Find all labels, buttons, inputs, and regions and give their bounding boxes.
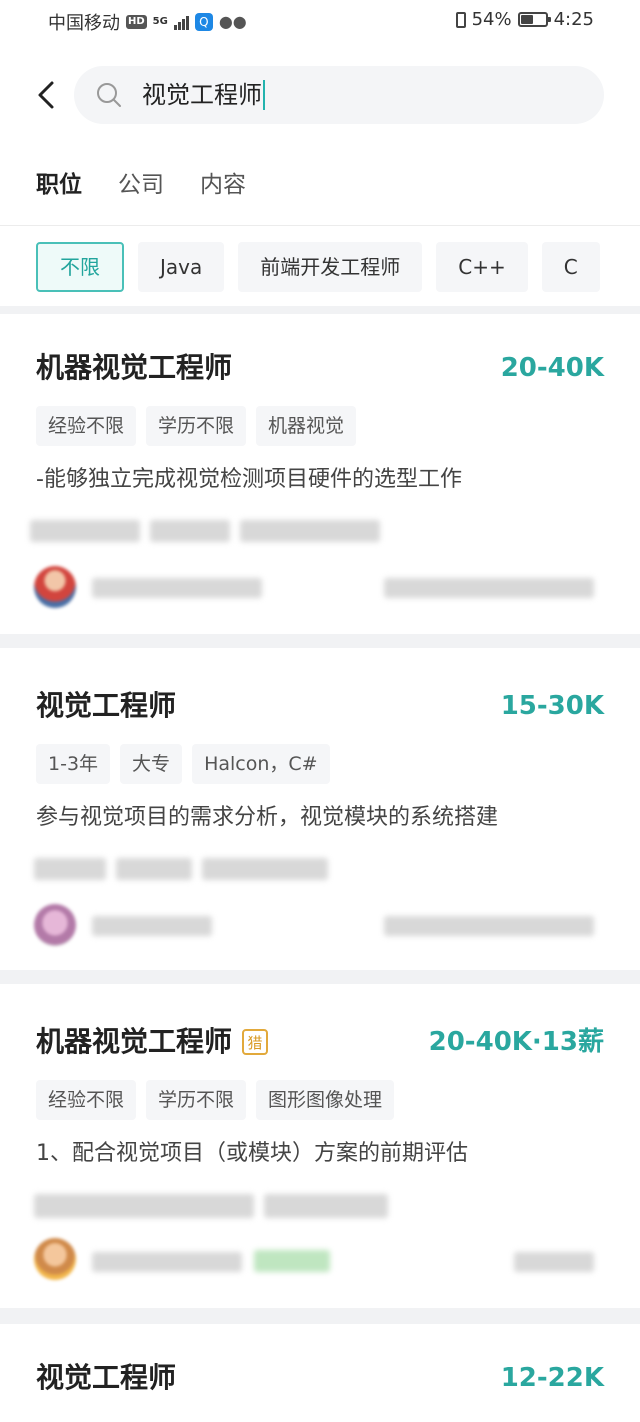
job-title: 机器视觉工程师 猎 [36, 1022, 269, 1062]
job-tag: Halcon，C# [192, 744, 330, 784]
job-card[interactable]: 机器视觉工程师 20-40K 经验不限 学历不限 机器视觉 -能够独立完成视觉检… [0, 314, 640, 634]
search-query: 视觉工程师 [142, 81, 262, 109]
redacted-company-info [116, 858, 192, 880]
redacted-company-info [240, 520, 380, 542]
network-type: 5G [152, 16, 168, 27]
wechat-icon: ●● [218, 12, 247, 31]
clock: 4:25 [553, 9, 594, 30]
chevron-left-icon [38, 81, 54, 109]
status-right: 54% 4:25 [455, 9, 594, 30]
redacted-company-info [30, 520, 140, 542]
job-title-text: 机器视觉工程师 [36, 351, 233, 384]
hd-badge: HD [126, 15, 147, 29]
job-card[interactable]: 机器视觉工程师 猎 20-40K·13薪 经验不限 学历不限 图形图像处理 1、… [0, 984, 640, 1308]
job-salary: 12-22K [500, 1363, 604, 1393]
text-caret [263, 80, 265, 110]
job-tag: 图形图像处理 [256, 1080, 395, 1120]
battery-percent: 54% [471, 9, 512, 30]
redacted-recruiter-info [92, 578, 262, 598]
redacted-location-info [384, 578, 594, 598]
redacted-recruiter-info [92, 916, 212, 936]
redacted-company-info [264, 1194, 388, 1218]
job-title: 机器视觉工程师 [36, 348, 232, 388]
job-tag: 经验不限 [36, 1080, 137, 1120]
redacted-company-info [150, 520, 230, 542]
filter-chip-c[interactable]: C [541, 242, 600, 292]
redacted-company-info [34, 1194, 254, 1218]
recruiter-avatar [34, 904, 76, 946]
app-icon: Q [194, 13, 213, 31]
section-divider [0, 970, 640, 984]
redacted-recruiter-info [92, 1252, 242, 1272]
headhunter-badge: 猎 [242, 1029, 269, 1055]
redacted-company-info [202, 858, 328, 880]
job-card[interactable]: 视觉工程师 12-22K [0, 1324, 640, 1422]
redacted-location-info [384, 916, 594, 936]
job-tag: 学历不限 [146, 406, 247, 446]
carrier-name: 中国移动 [48, 13, 120, 34]
tab-jobs[interactable]: 职位 [36, 168, 82, 202]
filter-chip-java[interactable]: Java [138, 242, 225, 292]
redacted-location-info [514, 1252, 594, 1272]
job-tags: 经验不限 学历不限 机器视觉 [36, 406, 357, 446]
section-divider [0, 634, 640, 648]
job-description: 1、配合视觉项目（或模块）方案的前期评估 [36, 1141, 468, 1166]
job-tag: 经验不限 [36, 406, 137, 446]
search-tabs: 职位 公司 内容 [36, 168, 246, 202]
search-icon [97, 83, 121, 107]
job-card[interactable]: 视觉工程师 15-30K 1-3年 大专 Halcon，C# 参与视觉项目的需求… [0, 648, 640, 970]
section-divider [0, 306, 640, 314]
job-tag: 机器视觉 [256, 406, 357, 446]
job-title-text: 视觉工程师 [36, 1361, 177, 1394]
filter-chip-any[interactable]: 不限 [36, 242, 124, 292]
search-query-wrap: 视觉工程师 [142, 80, 265, 110]
tabs-divider [0, 225, 640, 226]
vibrate-icon [455, 11, 466, 28]
signal-icon [173, 14, 189, 30]
job-description: 参与视觉项目的需求分析，视觉模块的系统搭建 [36, 805, 499, 830]
job-salary: 20-40K [500, 353, 604, 383]
tab-companies[interactable]: 公司 [118, 168, 164, 202]
job-description: -能够独立完成视觉检测项目硬件的选型工作 [36, 467, 462, 492]
redacted-status-badge [254, 1250, 330, 1272]
filter-chip-frontend[interactable]: 前端开发工程师 [238, 242, 423, 292]
status-bar: 中国移动 HD 5G Q ●● 54% 4:25 [0, 0, 640, 44]
section-divider [0, 1308, 640, 1324]
search-input[interactable]: 视觉工程师 [74, 66, 604, 124]
filter-chips: 不限 Java 前端开发工程师 C++ C [36, 242, 600, 292]
job-title-text: 机器视觉工程师 [36, 1025, 233, 1058]
job-title: 视觉工程师 [36, 686, 176, 726]
status-left: 中国移动 HD 5G Q ●● [48, 9, 247, 35]
job-tag: 大专 [120, 744, 183, 784]
job-title-text: 视觉工程师 [36, 689, 177, 722]
back-button[interactable] [34, 80, 60, 110]
battery-icon [517, 12, 551, 27]
job-tags: 经验不限 学历不限 图形图像处理 [36, 1080, 395, 1120]
redacted-company-info [34, 858, 106, 880]
job-tag: 学历不限 [146, 1080, 247, 1120]
job-salary: 15-30K [500, 691, 604, 721]
tab-content[interactable]: 内容 [200, 168, 246, 202]
job-salary: 20-40K·13薪 [428, 1027, 604, 1057]
recruiter-avatar [34, 1238, 76, 1280]
recruiter-avatar [34, 566, 76, 608]
filter-chip-cpp[interactable]: C++ [436, 242, 528, 292]
job-tags: 1-3年 大专 Halcon，C# [36, 744, 330, 784]
job-tag: 1-3年 [36, 744, 111, 784]
job-title: 视觉工程师 [36, 1358, 176, 1398]
